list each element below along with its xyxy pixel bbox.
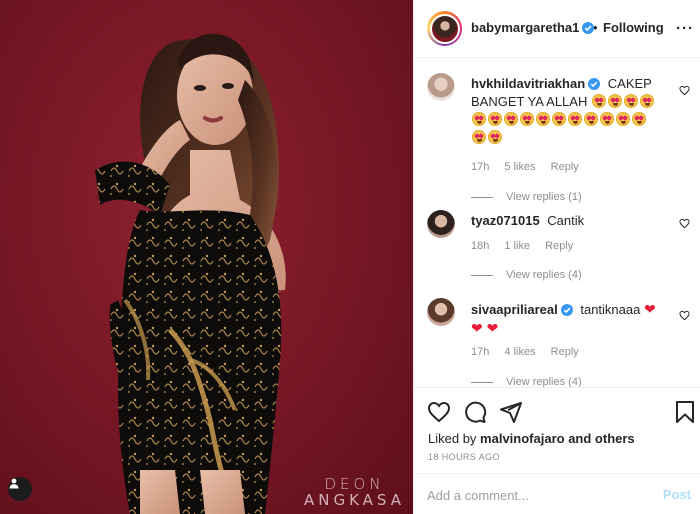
liked-by-others[interactable]: and others <box>568 431 634 446</box>
view-replies-button[interactable]: View replies (1) <box>471 191 582 203</box>
view-replies-label[interactable]: View replies (4) <box>506 269 582 281</box>
heart-eyes-emoji-icon <box>639 94 654 108</box>
comment-meta: 17h 4 likes Reply <box>471 346 591 358</box>
comment-text: hvkhildavitriakhan CAKEP BANGET YA ALLAH <box>471 75 661 147</box>
author-username[interactable]: babymargaretha1 <box>471 20 579 35</box>
view-replies-button[interactable]: View replies (4) <box>471 269 582 281</box>
post-timestamp[interactable]: 18 HOURS AGO <box>428 452 500 462</box>
replies-divider <box>471 381 493 383</box>
comment-time: 18h <box>471 240 490 252</box>
comment-text: sivaapriliareal tantiknaaa ❤ ❤ ❤ <box>471 300 661 338</box>
watermark-line2: ANGKASA <box>303 491 405 509</box>
verified-badge-icon <box>588 78 601 90</box>
photographer-watermark: DEON ANGKASA <box>304 477 405 508</box>
post-comment-button[interactable]: Post <box>663 487 691 502</box>
comment-time: 17h <box>471 161 490 173</box>
post-photo[interactable]: DEON ANGKASA <box>0 0 413 514</box>
replies-divider <box>471 274 493 276</box>
following-button[interactable]: Following <box>603 20 664 35</box>
heart-icon[interactable] <box>427 400 451 424</box>
view-replies-button[interactable]: View replies (4) <box>471 376 582 387</box>
comment-time: 17h <box>471 346 490 358</box>
comment-item: sivaapriliareal tantiknaaa ❤ ❤ ❤ 17h 4 l… <box>427 298 692 387</box>
commenter-avatar[interactable] <box>427 73 455 101</box>
comment-icon[interactable] <box>463 400 487 424</box>
heart-eyes-emoji-icon <box>591 94 606 108</box>
heart-eyes-emoji-icon <box>488 112 502 126</box>
bookmark-icon[interactable] <box>673 400 697 424</box>
comment-message: Cantik <box>547 213 585 228</box>
comment-text: tyaz071015 Cantik <box>471 212 661 230</box>
commenter-username[interactable]: sivaapriliareal <box>471 302 573 317</box>
heart-eyes-emoji-icon <box>504 112 518 126</box>
author-avatar[interactable] <box>429 13 460 44</box>
like-comment-icon[interactable] <box>679 85 690 96</box>
watermark-line1: DEON <box>324 475 385 493</box>
share-icon[interactable] <box>499 400 523 424</box>
view-replies-label[interactable]: View replies (4) <box>506 376 582 387</box>
like-comment-icon[interactable] <box>679 218 690 229</box>
comment-likes[interactable]: 4 likes <box>504 346 535 358</box>
heart-eyes-emoji-icon <box>520 112 534 126</box>
post-details-panel: babymargaretha1 • Following ··· hvkhilda… <box>413 0 700 514</box>
heart-eyes-emoji-icon <box>552 112 566 126</box>
liked-by-summary: Liked by malvinofajaro and others <box>428 431 635 446</box>
comments-list: hvkhildavitriakhan CAKEP BANGET YA ALLAH… <box>414 59 700 387</box>
comment-likes[interactable]: 1 like <box>504 240 530 252</box>
commenter-avatar[interactable] <box>427 210 455 238</box>
story-ring[interactable] <box>427 11 462 46</box>
heart-eyes-emoji-icon <box>472 112 486 126</box>
reply-button[interactable]: Reply <box>545 240 573 252</box>
commenter-username[interactable]: tyaz071015 <box>471 213 540 228</box>
comment-message: tantiknaaa <box>580 302 641 317</box>
heart-eyes-emoji-icon <box>488 130 502 144</box>
heart-eyes-emoji-icon <box>623 94 638 108</box>
heart-eyes-emoji-icon <box>536 112 550 126</box>
more-icon[interactable]: ··· <box>676 20 694 37</box>
comment-meta: 17h 5 likes Reply <box>471 161 591 173</box>
reply-button[interactable]: Reply <box>551 346 579 358</box>
view-replies-label[interactable]: View replies (1) <box>506 191 582 203</box>
heart-eyes-emoji-icon <box>607 94 622 108</box>
heart-eyes-emoji-icon <box>472 130 486 144</box>
comment-item: tyaz071015 Cantik 18h 1 like Reply View … <box>427 210 692 290</box>
comment-item: hvkhildavitriakhan CAKEP BANGET YA ALLAH… <box>427 73 692 203</box>
commenter-username[interactable]: hvkhildavitriakhan <box>471 76 601 91</box>
heart-eyes-emoji-icon <box>568 112 582 126</box>
reply-button[interactable]: Reply <box>551 161 579 173</box>
comment-input[interactable] <box>427 484 647 506</box>
replies-divider <box>471 196 493 198</box>
header-separator: • <box>593 20 598 35</box>
comment-likes[interactable]: 5 likes <box>504 161 535 173</box>
user-tag-icon[interactable] <box>8 477 32 501</box>
instagram-post: DEON ANGKASA babymargaretha1 • Following… <box>0 0 700 514</box>
comment-meta: 18h 1 like Reply <box>471 240 585 252</box>
liked-by-user[interactable]: malvinofajaro <box>480 431 565 446</box>
heart-eyes-emoji-icon <box>632 112 646 126</box>
heart-eyes-emoji-icon <box>600 112 614 126</box>
commenter-avatar[interactable] <box>427 298 455 326</box>
portrait-illustration <box>95 33 286 514</box>
like-comment-icon[interactable] <box>679 310 690 321</box>
liked-by-prefix: Liked by <box>428 431 477 446</box>
author-username-link[interactable]: babymargaretha1 <box>471 20 595 35</box>
post-actions: Liked by malvinofajaro and others 18 HOU… <box>414 387 700 473</box>
add-comment-bar: Post <box>414 473 700 514</box>
post-header: babymargaretha1 • Following ··· <box>414 0 700 58</box>
verified-badge-icon <box>560 304 573 316</box>
heart-eyes-emoji-icon <box>616 112 630 126</box>
heart-eyes-emoji-icon <box>584 112 598 126</box>
